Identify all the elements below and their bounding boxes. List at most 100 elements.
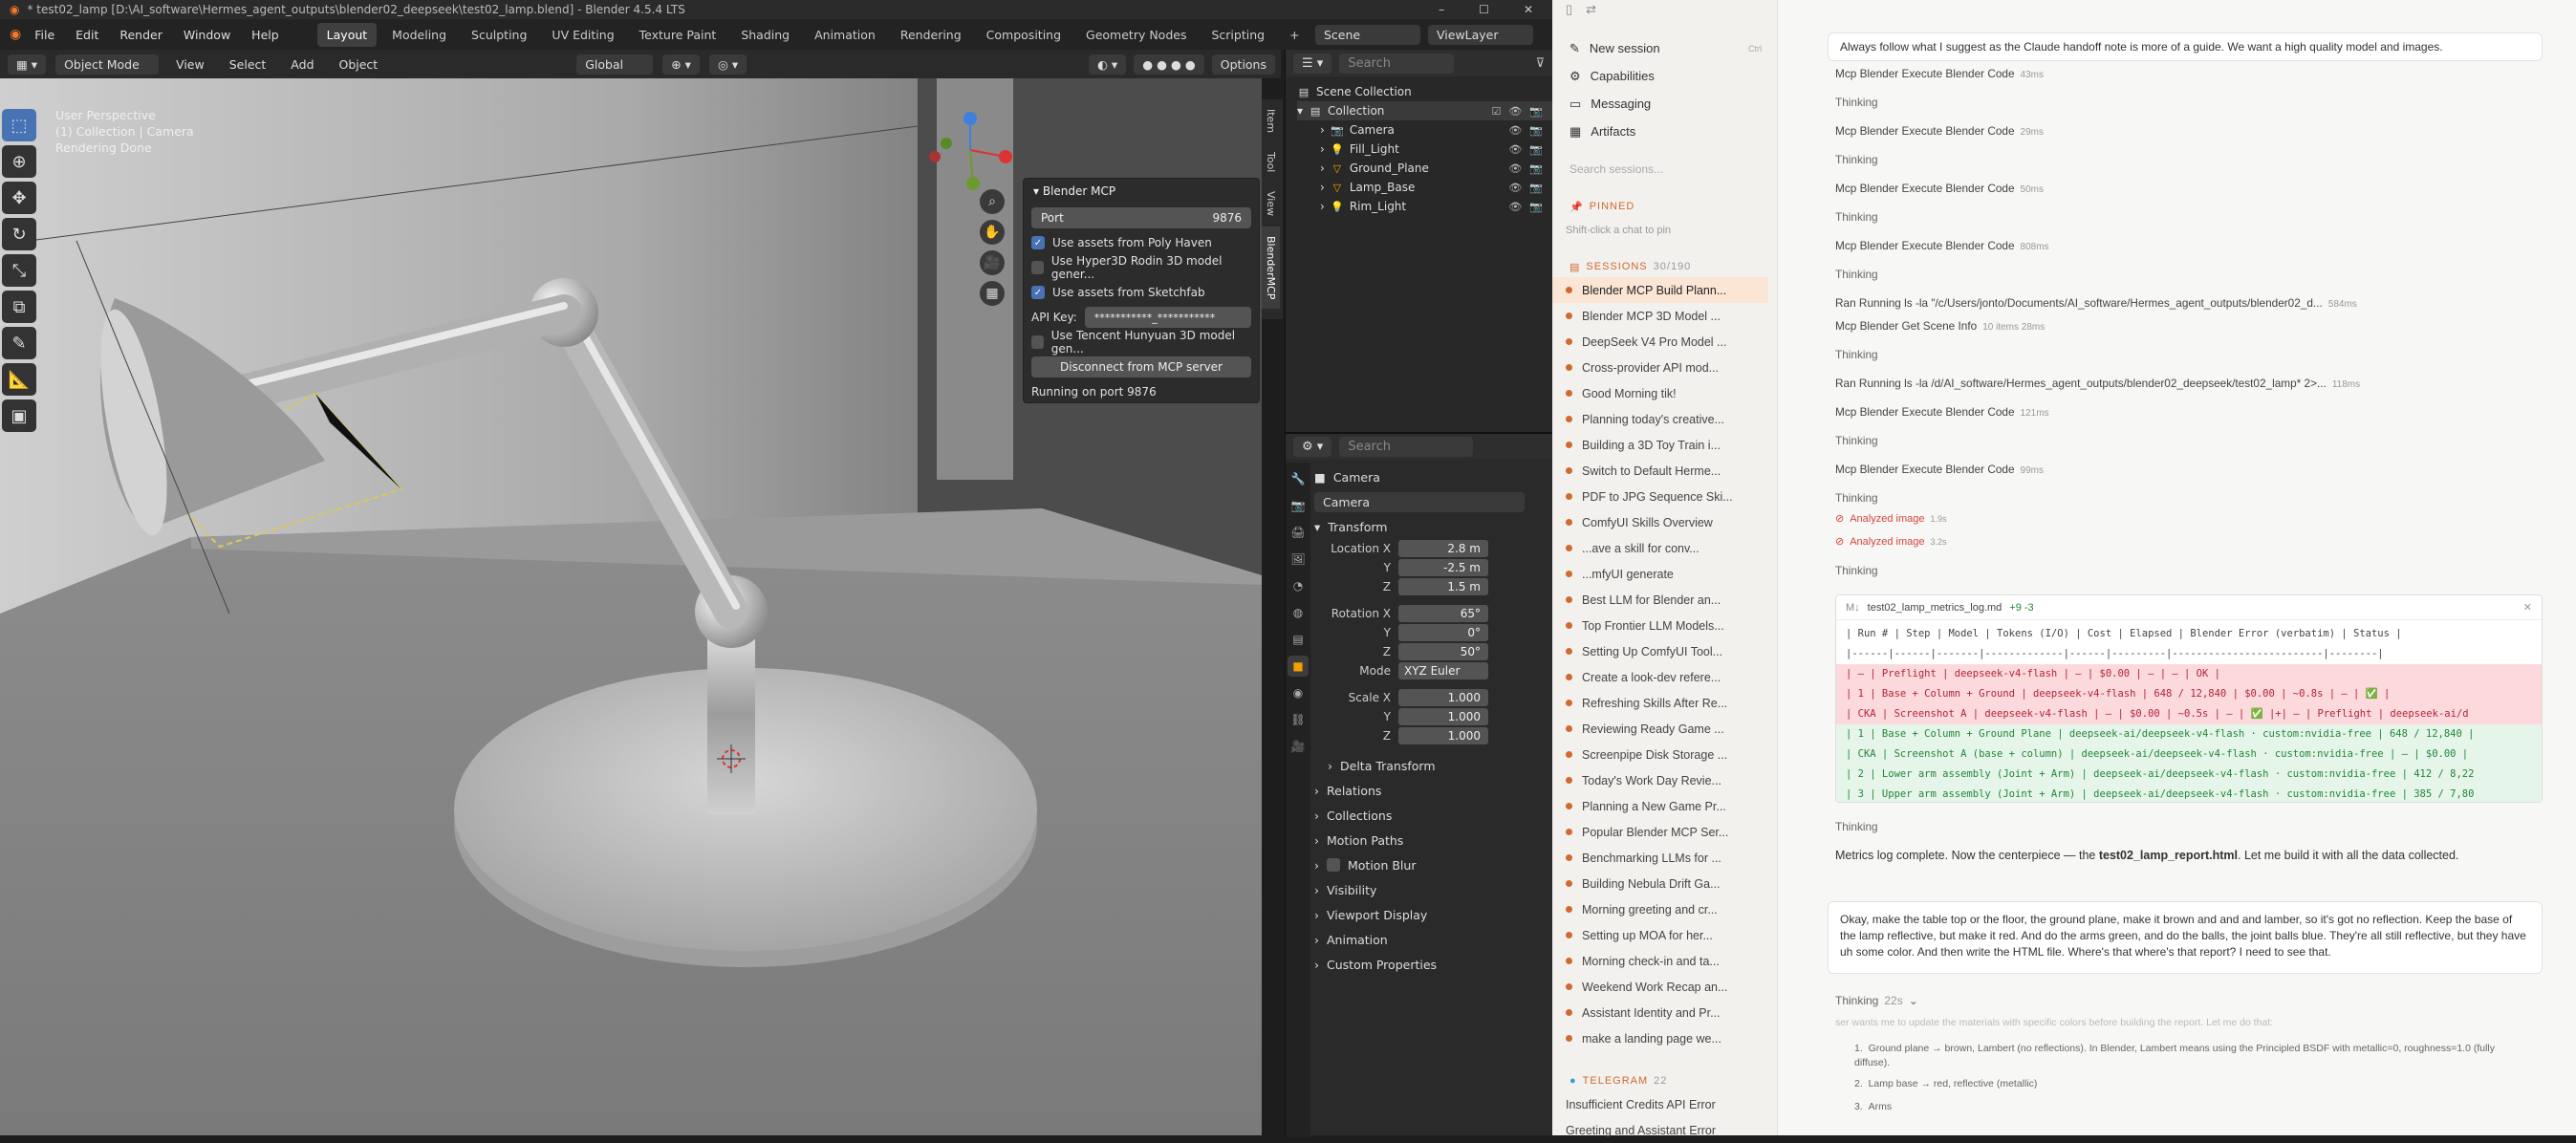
zoom-icon[interactable]: ⌕ xyxy=(980,189,1005,214)
measure-tool-icon[interactable]: 📐 xyxy=(2,363,36,396)
move-tool-icon[interactable]: ✥ xyxy=(2,182,36,214)
menu-edit[interactable]: Edit xyxy=(68,25,106,45)
menu-select[interactable]: Select xyxy=(222,54,274,75)
session-item[interactable]: ...mfyUI generate xyxy=(1552,561,1768,587)
location-x[interactable]: 2.8 m xyxy=(1398,540,1488,557)
session-item[interactable]: Assistant Identity and Pr... xyxy=(1552,1000,1768,1025)
section-visibility[interactable]: › Visibility xyxy=(1314,877,1549,902)
session-item[interactable]: Planning today's creative... xyxy=(1552,406,1768,432)
section-custom-properties[interactable]: › Custom Properties xyxy=(1314,952,1549,977)
cursor-tool-icon[interactable]: ⊕ xyxy=(2,145,36,178)
motion-blur-checkbox[interactable] xyxy=(1327,858,1340,872)
session-item[interactable]: Cross-provider API mod... xyxy=(1552,355,1768,380)
visibility-icon[interactable]: 👁 xyxy=(1508,124,1522,137)
tab-shading[interactable]: Shading xyxy=(731,23,799,47)
session-item[interactable]: Reviewing Ready Game ... xyxy=(1552,716,1768,742)
session-item[interactable]: Setting Up ComfyUI Tool... xyxy=(1552,638,1768,664)
outliner-type-icon[interactable]: ☰ ▾ xyxy=(1293,53,1332,74)
section-motion-paths[interactable]: › Motion Paths xyxy=(1314,828,1549,852)
section-transform[interactable]: ▾ Transform xyxy=(1314,514,1549,539)
output-tab-icon[interactable]: 🖨 xyxy=(1288,522,1309,543)
tab-geometry-nodes[interactable]: Geometry Nodes xyxy=(1076,23,1196,47)
menu-add[interactable]: Add xyxy=(283,54,321,75)
rotation-z[interactable]: 50° xyxy=(1398,643,1488,660)
thinking-label[interactable]: Thinking xyxy=(1835,96,1878,109)
view-layer-tab-icon[interactable]: 🖼 xyxy=(1288,549,1309,570)
navigation-gizmo[interactable] xyxy=(927,107,1013,193)
tab-sculpting[interactable]: Sculpting xyxy=(462,23,536,47)
thinking-label[interactable]: Thinking xyxy=(1835,348,1878,361)
exclude-checkbox[interactable]: ☑ xyxy=(1491,105,1501,118)
rotation-x[interactable]: 65° xyxy=(1398,605,1488,622)
snap-icon[interactable]: ⊕ ▾ xyxy=(662,54,700,75)
nav-capabilities[interactable]: ⚙ Capabilities xyxy=(1552,62,1777,90)
outliner-item-lamp-base[interactable]: › ▽ Lamp_Base 👁 📷 xyxy=(1297,178,1552,197)
mode-dropdown[interactable]: Object Mode xyxy=(55,54,160,75)
render-tab-icon[interactable]: 📷 xyxy=(1288,495,1309,516)
tab-modeling[interactable]: Modeling xyxy=(382,23,456,47)
session-item[interactable]: ComfyUI Skills Overview xyxy=(1552,509,1768,535)
collapse-icon[interactable]: ▾ xyxy=(1033,184,1043,198)
menu-file[interactable]: File xyxy=(27,25,62,45)
session-item[interactable]: Create a look-dev refere... xyxy=(1552,664,1768,690)
menu-render[interactable]: Render xyxy=(112,25,170,45)
section-relations[interactable]: › Relations xyxy=(1314,778,1549,803)
render-icon[interactable]: 📷 xyxy=(1529,201,1543,213)
tool-step[interactable]: Mcp Blender Execute Blender Code 29ms xyxy=(1835,124,2044,138)
world-tab-icon[interactable]: ◍ xyxy=(1288,602,1309,623)
section-animation[interactable]: › Animation xyxy=(1314,927,1549,952)
telegram-item[interactable]: Greeting and Assistant Error xyxy=(1552,1117,1768,1143)
session-item[interactable]: PDF to JPG Sequence Ski... xyxy=(1552,484,1768,509)
maximize-icon[interactable]: ☐ xyxy=(1479,3,1489,16)
session-item[interactable]: Blender MCP 3D Model ... xyxy=(1552,303,1768,329)
session-item[interactable]: Setting up MOA for her... xyxy=(1552,922,1768,948)
close-preview-icon[interactable]: ✕ xyxy=(2523,601,2532,614)
close-icon[interactable]: ✕ xyxy=(1524,3,1533,16)
outliner-item-ground-plane[interactable]: › ▽ Ground_Plane 👁 📷 xyxy=(1297,159,1552,178)
sidebar-toggle-icon[interactable]: ▯ xyxy=(1566,2,1572,17)
thinking-label[interactable]: Thinking xyxy=(1835,434,1878,447)
thinking-label[interactable]: Thinking xyxy=(1835,820,1878,833)
proportional-icon[interactable]: ◎ ▾ xyxy=(708,54,747,75)
outliner-search[interactable]: Search xyxy=(1339,53,1455,74)
tab-texture-paint[interactable]: Texture Paint xyxy=(630,23,726,47)
object-tab-icon[interactable]: ■ xyxy=(1288,656,1309,677)
render-icon[interactable]: 📷 xyxy=(1529,143,1543,156)
scale-tool-icon[interactable]: ⤡ xyxy=(2,254,36,287)
annotate-tool-icon[interactable]: ✎ xyxy=(2,327,36,359)
tab-tool[interactable]: Tool xyxy=(1262,142,1280,182)
analyzed-image-1[interactable]: ⊘ Analyzed image 1.9s xyxy=(1835,512,1947,526)
session-item[interactable]: make a landing page we... xyxy=(1552,1025,1768,1051)
session-item[interactable]: Weekend Work Recap an... xyxy=(1552,974,1768,1000)
new-session-button[interactable]: ✎ New session Ctrl xyxy=(1552,34,1777,62)
filter-icon[interactable]: ⊽ xyxy=(1535,56,1545,71)
properties-type-icon[interactable]: ⚙ ▾ xyxy=(1293,436,1332,457)
session-item[interactable]: Morning greeting and cr... xyxy=(1552,896,1768,922)
session-item[interactable]: Popular Blender MCP Ser... xyxy=(1552,819,1768,845)
minimize-icon[interactable]: – xyxy=(1439,3,1444,16)
object-datablock[interactable]: Camera xyxy=(1314,491,1525,512)
session-item[interactable]: Building a 3D Toy Train i... xyxy=(1552,432,1768,458)
outliner-item-camera[interactable]: › 📷 Camera 👁 📷 xyxy=(1297,120,1552,140)
tab-animation[interactable]: Animation xyxy=(805,23,885,47)
editor-type-dropdown[interactable]: ▦ ▾ xyxy=(8,54,47,75)
session-item[interactable]: Switch to Default Herme... xyxy=(1552,458,1768,484)
tab-layout[interactable]: Layout xyxy=(316,22,378,47)
checkbox-hyper3d[interactable]: Use Hyper3D Rodin 3D model gener... xyxy=(1031,254,1251,281)
visibility-icon[interactable]: 👁 xyxy=(1508,201,1522,213)
tab-scripting[interactable]: Scripting xyxy=(1201,23,1274,47)
rotate-tool-icon[interactable]: ↻ xyxy=(2,218,36,250)
view-layer-selector[interactable]: ViewLayer xyxy=(1428,24,1533,45)
select-tool-icon[interactable]: ⬚ xyxy=(2,109,36,141)
telegram-item[interactable]: Insufficient Credits API Error xyxy=(1552,1091,1768,1117)
tab-compositing[interactable]: Compositing xyxy=(977,23,1071,47)
camera-view-icon[interactable]: 🎥 xyxy=(980,250,1005,275)
visibility-icon[interactable]: 👁 xyxy=(1508,105,1522,118)
thinking-label[interactable]: Thinking xyxy=(1835,153,1878,166)
constraints-tab-icon[interactable]: ⛓ xyxy=(1288,709,1309,730)
orientation-dropdown[interactable]: Global xyxy=(576,54,654,75)
render-icon[interactable]: 📷 xyxy=(1529,124,1543,137)
session-item[interactable]: Morning check-in and ta... xyxy=(1552,948,1768,974)
options-button[interactable]: Options xyxy=(1211,54,1275,75)
scale-y[interactable]: 1.000 xyxy=(1398,708,1488,725)
